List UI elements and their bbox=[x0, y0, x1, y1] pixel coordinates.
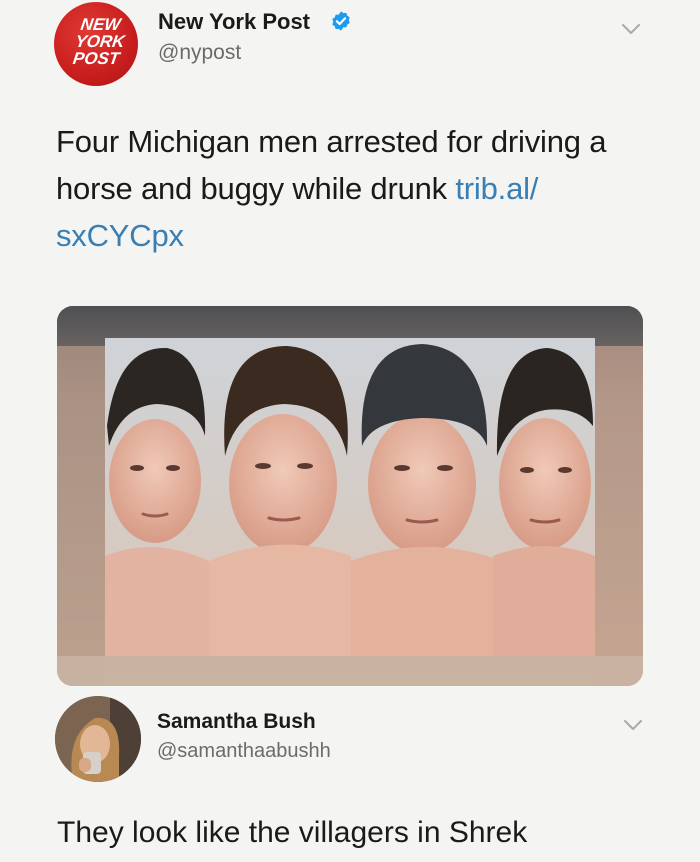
reply-author-handle[interactable]: @samanthaabushh bbox=[157, 740, 331, 763]
logo-line-post: POST bbox=[72, 49, 122, 68]
tweet-link-part2[interactable]: sxCYCpx bbox=[56, 218, 184, 253]
author-handle[interactable]: @nypost bbox=[158, 41, 241, 65]
nypost-logo: NEW YORK POST bbox=[72, 15, 128, 68]
nypost-avatar[interactable]: NEW YORK POST bbox=[54, 2, 138, 86]
tweet-text: Four Michigan men arrested for driving a… bbox=[56, 118, 656, 259]
reply-author-name[interactable]: Samantha Bush bbox=[157, 710, 316, 734]
avatar-photo bbox=[55, 696, 141, 782]
mugshots-image bbox=[57, 306, 643, 686]
tweet-media[interactable] bbox=[57, 306, 643, 686]
tweet-link-part1[interactable]: trib.al/ bbox=[455, 171, 538, 206]
verified-badge-icon bbox=[332, 11, 350, 31]
reply-text: They look like the villagers in Shrek bbox=[57, 816, 528, 849]
samantha-avatar[interactable] bbox=[55, 696, 141, 782]
reply-tweet: Samantha Bush @samanthaabushh They look … bbox=[0, 690, 700, 862]
chevron-down-icon[interactable] bbox=[622, 718, 644, 732]
author-name[interactable]: New York Post bbox=[158, 9, 310, 35]
main-tweet: NEW YORK POST New York Post @nypost Four… bbox=[0, 0, 700, 700]
chevron-down-icon[interactable] bbox=[620, 22, 642, 36]
